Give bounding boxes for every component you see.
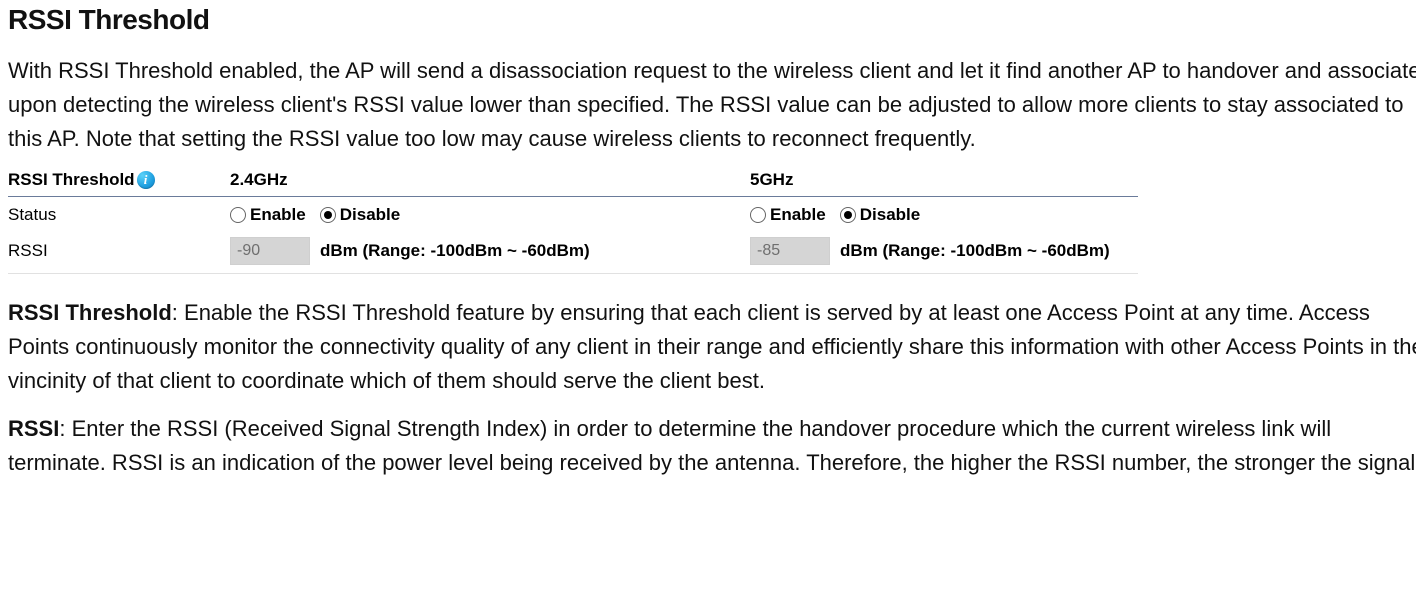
status-5ghz-disable-label: Disable <box>860 205 920 225</box>
rssi-definition: : Enter the RSSI (Received Signal Streng… <box>8 416 1416 475</box>
info-icon[interactable]: i <box>137 171 155 189</box>
panel-title-cell: RSSI Threshold i <box>8 170 230 190</box>
rssi-threshold-paragraph: RSSI Threshold: Enable the RSSI Threshol… <box>8 296 1416 398</box>
rssi-threshold-definition: : Enable the RSSI Threshold feature by e… <box>8 300 1416 393</box>
rssi-row: RSSI dBm (Range: -100dBm ~ -60dBm) dBm (… <box>8 231 1138 274</box>
rssi-threshold-term: RSSI Threshold <box>8 300 172 325</box>
status-2-4ghz-enable-radio[interactable] <box>230 207 246 223</box>
rssi-row-label: RSSI <box>8 241 230 261</box>
rssi-term: RSSI <box>8 416 59 441</box>
column-header-5ghz: 5GHz <box>750 170 1138 190</box>
section-heading: RSSI Threshold <box>8 4 1416 36</box>
rssi-paragraph: RSSI: Enter the RSSI (Received Signal St… <box>8 412 1416 480</box>
status-row-label: Status <box>8 205 230 225</box>
panel-header-row: RSSI Threshold i 2.4GHz 5GHz <box>8 170 1138 197</box>
intro-paragraph: With RSSI Threshold enabled, the AP will… <box>8 54 1416 156</box>
rssi-2-4ghz-input[interactable] <box>230 237 310 265</box>
rssi-5ghz-unit: dBm (Range: -100dBm ~ -60dBm) <box>840 241 1110 261</box>
rssi-2-4ghz-unit: dBm (Range: -100dBm ~ -60dBm) <box>320 241 590 261</box>
status-5ghz-disable-radio[interactable] <box>840 207 856 223</box>
panel-title-text: RSSI Threshold <box>8 170 135 190</box>
status-2-4ghz-disable-label: Disable <box>340 205 400 225</box>
rssi-threshold-panel: RSSI Threshold i 2.4GHz 5GHz Status Enab… <box>8 170 1138 274</box>
status-5ghz-enable-label: Enable <box>770 205 826 225</box>
rssi-5ghz-cell: dBm (Range: -100dBm ~ -60dBm) <box>750 237 1138 265</box>
status-2-4ghz-disable-radio[interactable] <box>320 207 336 223</box>
rssi-2-4ghz-cell: dBm (Range: -100dBm ~ -60dBm) <box>230 237 750 265</box>
rssi-5ghz-input[interactable] <box>750 237 830 265</box>
status-5ghz-cell: Enable Disable <box>750 205 1138 225</box>
column-header-2-4ghz: 2.4GHz <box>230 170 750 190</box>
status-row: Status Enable Disable Enable Disable <box>8 197 1138 231</box>
status-2-4ghz-enable-label: Enable <box>250 205 306 225</box>
status-2-4ghz-cell: Enable Disable <box>230 205 750 225</box>
status-5ghz-enable-radio[interactable] <box>750 207 766 223</box>
